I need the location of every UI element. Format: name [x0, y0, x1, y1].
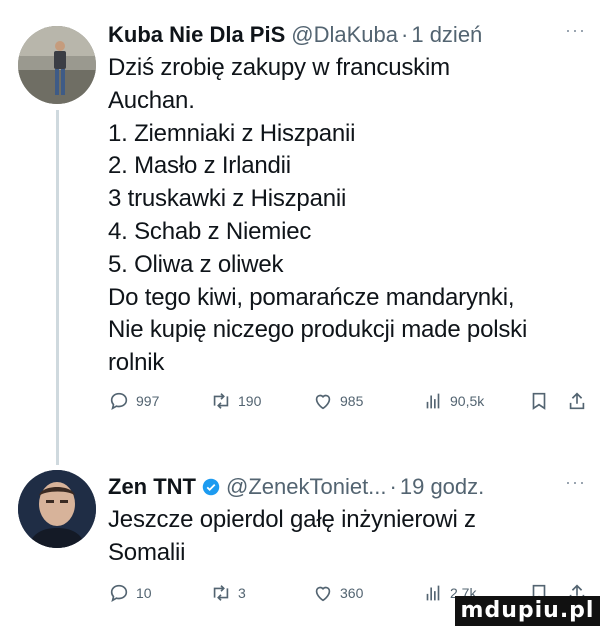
tweet-text: Dziś zrobię zakupy w francuskim Auchan. … [108, 52, 586, 380]
reply-button[interactable]: 997 [108, 390, 159, 412]
tweet-text-line: 5. Oliwa z oliwek [108, 250, 284, 278]
bookmark-icon [532, 392, 546, 410]
views-button[interactable]: 90,5k [422, 390, 484, 412]
avatar[interactable] [18, 26, 96, 104]
tweet[interactable]: Kuba Nie Dla PiS @DlaKuba · 1 dzień ··· … [0, 18, 600, 465]
more-options-icon[interactable]: ··· [565, 472, 586, 493]
tweet-text-line: Somalii [108, 538, 186, 566]
share-button[interactable] [566, 390, 588, 412]
like-icon [315, 586, 331, 601]
author-name[interactable]: Kuba Nie Dla PiS [108, 22, 285, 48]
reply-button[interactable]: 10 [108, 582, 152, 604]
tweet-text-line: Dziś zrobię zakupy w francuskim [108, 54, 450, 81]
views-icon [426, 393, 440, 409]
verified-badge-icon [202, 478, 220, 496]
reply-count: 10 [136, 584, 152, 601]
bookmark-button[interactable] [528, 390, 550, 412]
like-button[interactable]: 985 [312, 390, 363, 412]
repost-count: 190 [238, 392, 262, 409]
reply-count: 997 [136, 392, 160, 409]
tweet-text-line: Nie kupię niczego produkcji made polski [108, 316, 528, 344]
views-icon [426, 585, 440, 600]
watermark: mdupiu.pl [455, 596, 600, 626]
like-button[interactable]: 360 [312, 582, 363, 604]
reply-icon [110, 584, 128, 602]
repost-icon [213, 584, 229, 601]
tweet-text-line: Do tego kiwi, pomarańcze mandarynki, [108, 283, 515, 311]
repost-button[interactable]: 3 [210, 582, 246, 604]
tweet-header: Zen TNT @ZenekToniet... · 19 godz. ··· [108, 470, 586, 504]
tweet-text-line: 4. Schab z Niemiec [108, 217, 312, 245]
tweet-time[interactable]: 1 dzień [411, 22, 482, 48]
tweet-time[interactable]: 19 godz. [400, 474, 484, 500]
tweet-text-line: rolnik [108, 349, 165, 377]
tweet-actions: 997 190 985 90,5k [108, 390, 586, 420]
views-count: 90,5k [450, 392, 485, 409]
like-count: 360 [340, 584, 364, 601]
tweet-text-line: 2. Masło z Irlandii [108, 152, 291, 180]
separator-dot: · [401, 22, 409, 47]
avatar-photo [18, 470, 96, 548]
author-handle[interactable]: @ZenekToniet... [226, 474, 387, 500]
repost-count: 3 [238, 584, 246, 601]
separator-dot: · [389, 474, 397, 499]
tweet-text-line: Auchan. [108, 86, 195, 114]
like-count: 985 [340, 392, 364, 409]
author-handle[interactable]: @DlaKuba [291, 22, 398, 48]
like-icon [315, 394, 331, 410]
repost-button[interactable]: 190 [210, 390, 261, 412]
more-options-icon[interactable]: ··· [565, 20, 586, 41]
tweet-text-line: 3 truskawki z Hiszpanii [108, 185, 347, 213]
repost-icon [213, 393, 229, 409]
avatar-photo [18, 26, 96, 104]
tweet-header: Kuba Nie Dla PiS @DlaKuba · 1 dzień ··· [108, 18, 586, 52]
tweet-text-line: Jeszcze opierdol gałę inżynierowi z [108, 506, 476, 533]
tweet-text: Jeszcze opierdol gałę inżynierowi z Soma… [108, 504, 586, 570]
thread-line [56, 110, 59, 465]
reply-icon [110, 392, 128, 410]
share-icon [569, 392, 585, 410]
tweet-text-line: 1. Ziemniaki z Hiszpanii [108, 119, 356, 147]
avatar[interactable] [18, 470, 96, 548]
author-name[interactable]: Zen TNT [108, 474, 196, 500]
